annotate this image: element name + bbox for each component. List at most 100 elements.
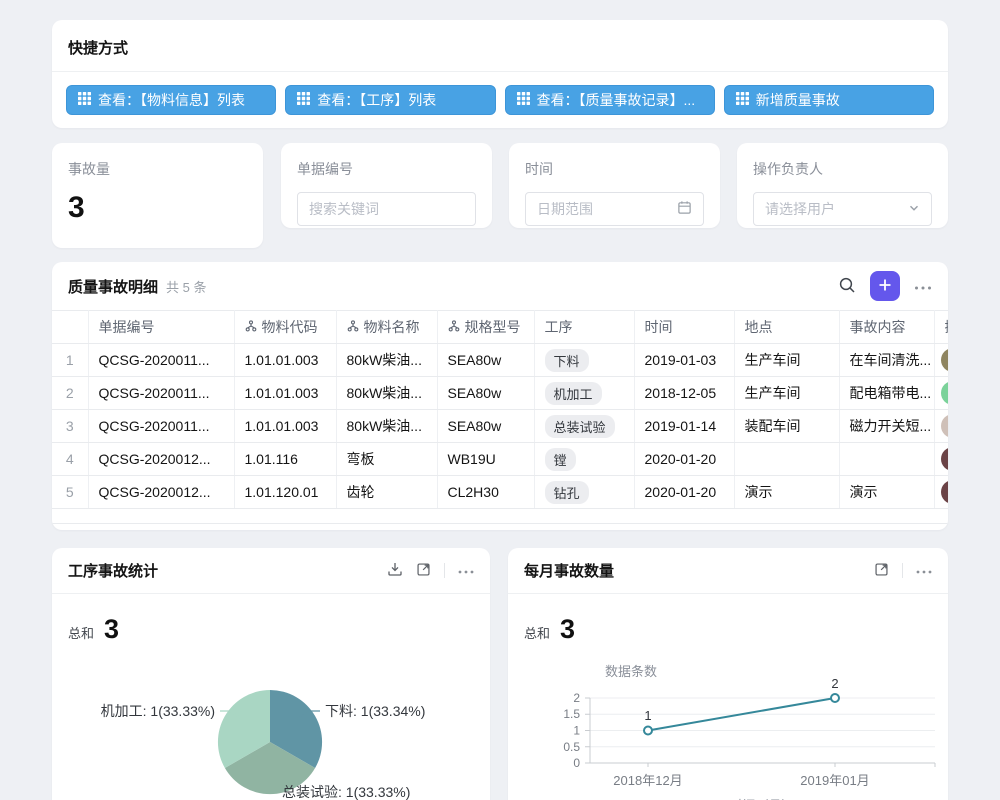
monthly-accident-count-card: 每月事故数量 总和 3 数据条数 2 1.5 1 0.5 0 1: [508, 548, 948, 800]
x-tick-dec-2018: 2018年12月: [613, 773, 682, 788]
cell-time: 2019-01-14: [634, 410, 734, 443]
relation-icon: [347, 319, 359, 335]
cell-material-name: 弯板: [336, 443, 437, 476]
cell-content: 磁力开关短...: [839, 410, 934, 443]
cell-content: 配电箱带电...: [839, 377, 934, 410]
y-axis-title: 数据条数: [605, 664, 657, 679]
col-place[interactable]: 地点: [734, 311, 839, 344]
cell-operator: [934, 443, 948, 476]
operator-placeholder: 请选择用户: [765, 199, 900, 219]
operator-select[interactable]: 请选择用户: [753, 192, 932, 226]
accident-count-card: 事故量 3: [52, 143, 263, 248]
doc-no-label: 单据编号: [297, 159, 476, 179]
cell-time: 2019-01-03: [634, 344, 734, 377]
cell-doc-no: QCSG-2020012...: [88, 443, 234, 476]
table-empty-row: [52, 509, 948, 524]
table-row[interactable]: 2 QCSG-2020011... 1.01.01.003 80kW柴油... …: [52, 377, 948, 410]
operator-filter-card: 操作负责人 请选择用户: [737, 143, 948, 228]
doc-no-search-input[interactable]: 搜索关键词: [297, 192, 476, 226]
shortcut-buttons: 查看：【物料信息】列表 查看：【工序】列表 查看：【质量事故记录】... 新增质…: [52, 72, 948, 128]
accident-count-label: 事故量: [68, 159, 247, 179]
cell-content: 演示: [839, 476, 934, 509]
grid-icon: [297, 92, 310, 108]
cell-spec: SEA80w: [437, 344, 534, 377]
col-time[interactable]: 时间: [634, 311, 734, 344]
table-row[interactable]: 5 QCSG-2020012... 1.01.120.01 齿轮 CL2H30 …: [52, 476, 948, 509]
more-options-button[interactable]: [916, 563, 932, 578]
divider: [902, 563, 903, 578]
process-tag: 下料: [545, 349, 589, 372]
divider: [444, 563, 445, 578]
col-content[interactable]: 事故内容: [839, 311, 934, 344]
table-header-row: 单据编号 物料代码 物料名称 规格型号 工序 时间 地点 事故内容 操作负责人: [52, 311, 948, 344]
view-material-list-button[interactable]: 查看：【物料信息】列表: [66, 85, 276, 115]
col-material-name[interactable]: 物料名称: [336, 311, 437, 344]
cell-place: 装配车间: [734, 410, 839, 443]
doc-no-placeholder: 搜索关键词: [309, 199, 464, 219]
cell-spec: SEA80w: [437, 410, 534, 443]
ellipsis-icon: [916, 563, 932, 578]
cell-place: 生产车间: [734, 344, 839, 377]
cell-operator: [934, 476, 948, 509]
view-process-list-button[interactable]: 查看：【工序】列表: [285, 85, 495, 115]
cell-content: [839, 443, 934, 476]
more-options-button[interactable]: [458, 563, 474, 578]
cell-doc-no: QCSG-2020011...: [88, 410, 234, 443]
x-tick-jan-2019: 2019年01月: [800, 773, 869, 788]
monthly-line-chart: 数据条数 2 1.5 1 0.5 0 1 2 2018年12月 2019年01月…: [508, 648, 948, 800]
cell-process: 下料: [534, 344, 634, 377]
y-tick-0: 0: [573, 756, 580, 770]
col-doc-no[interactable]: 单据编号: [88, 311, 234, 344]
table-row[interactable]: 3 QCSG-2020011... 1.01.01.003 80kW柴油... …: [52, 410, 948, 443]
plus-icon: [878, 278, 892, 295]
avatar: [941, 480, 949, 504]
col-process[interactable]: 工序: [534, 311, 634, 344]
col-material-code[interactable]: 物料代码: [234, 311, 336, 344]
cell-material-name: 80kW柴油...: [336, 377, 437, 410]
line-card-title: 每月事故数量: [524, 560, 614, 581]
cell-operator: [934, 410, 948, 443]
pie-label-jijiagong: 机加工: 1(33.33%): [101, 703, 215, 719]
expand-button[interactable]: [416, 562, 431, 580]
date-range-input[interactable]: 日期范围: [525, 192, 704, 226]
table-title: 质量事故明细: [68, 276, 158, 297]
relation-icon: [245, 319, 257, 335]
grid-icon: [517, 92, 530, 108]
pie-card-title: 工序事故统计: [68, 560, 158, 581]
cell-process: 总装试验: [534, 410, 634, 443]
button-label: 查看：【工序】列表: [317, 90, 436, 110]
shortcuts-card: 快捷方式 查看：【物料信息】列表 查看：【工序】列表 查看：【质量事故记录】..…: [52, 20, 948, 128]
grid-icon: [78, 92, 91, 108]
more-options-button[interactable]: [914, 279, 932, 294]
cell-place: 演示: [734, 476, 839, 509]
ellipsis-icon: [914, 279, 932, 294]
add-record-button[interactable]: [870, 271, 900, 301]
add-quality-accident-button[interactable]: 新增质量事故: [724, 85, 934, 115]
data-point-dec-2018[interactable]: [644, 727, 652, 735]
cell-place: 生产车间: [734, 377, 839, 410]
expand-icon: [874, 562, 889, 580]
col-spec-model[interactable]: 规格型号: [437, 311, 534, 344]
expand-button[interactable]: [874, 562, 889, 580]
col-operator[interactable]: 操作负责人: [934, 311, 948, 344]
cell-operator: [934, 344, 948, 377]
search-button[interactable]: [838, 276, 856, 297]
table-row[interactable]: 1 QCSG-2020011... 1.01.01.003 80kW柴油... …: [52, 344, 948, 377]
cell-material-code: 1.01.01.003: [234, 410, 336, 443]
table-row[interactable]: 4 QCSG-2020012... 1.01.116 弯板 WB19U 镗 20…: [52, 443, 948, 476]
export-button[interactable]: [387, 561, 403, 580]
cell-time: 2020-01-20: [634, 443, 734, 476]
point-label-2: 2: [831, 676, 838, 691]
view-quality-accident-records-button[interactable]: 查看：【质量事故记录】...: [505, 85, 715, 115]
process-pie-chart: 下料: 1(33.34%) 机加工: 1(33.33%) 总装试验: 1(33.…: [52, 648, 490, 800]
shortcuts-title: 快捷方式: [52, 20, 948, 71]
data-point-jan-2019[interactable]: [831, 694, 839, 702]
cell-material-code: 1.01.120.01: [234, 476, 336, 509]
cell-process: 机加工: [534, 377, 634, 410]
button-label: 查看：【质量事故记录】...: [537, 90, 696, 110]
y-tick-1: 1: [573, 724, 580, 738]
y-tick-1-5: 1.5: [563, 707, 580, 721]
cell-time: 2018-12-05: [634, 377, 734, 410]
grid-icon: [736, 92, 749, 108]
ellipsis-icon: [458, 563, 474, 578]
